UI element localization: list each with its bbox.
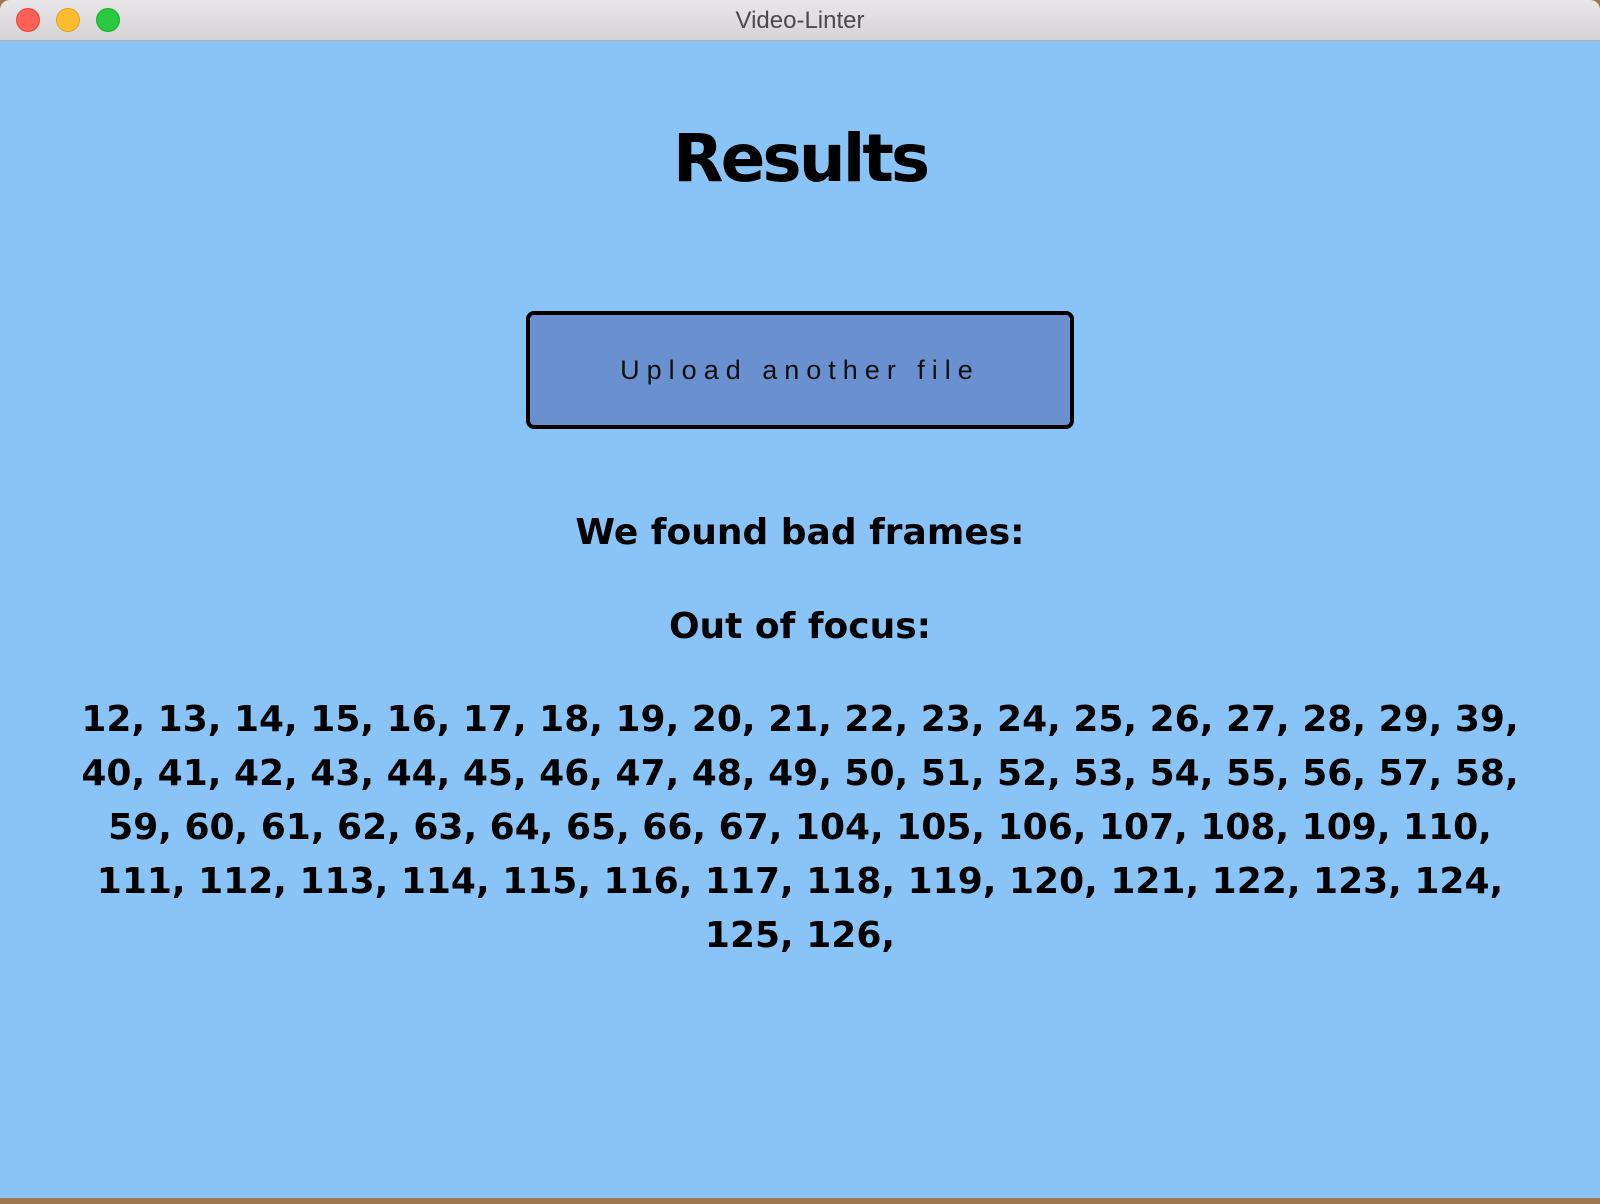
upload-button-label: Upload another file bbox=[620, 354, 980, 385]
results-page: Results Upload another file We found bad… bbox=[0, 41, 1600, 1198]
bad-frames-list: 12, 13, 14, 15, 16, 17, 18, 19, 20, 21, … bbox=[81, 699, 1519, 956]
window-title: Video-Linter bbox=[735, 7, 865, 34]
upload-another-file-button[interactable]: Upload another file bbox=[526, 311, 1074, 429]
out-of-focus-heading: Out of focus: bbox=[668, 606, 932, 647]
bad-frames-heading: We found bad frames: bbox=[575, 512, 1025, 553]
app-window: Video-Linter Results Upload another file… bbox=[0, 0, 1600, 1198]
page-title: Results bbox=[672, 120, 930, 197]
title-bar[interactable]: Video-Linter bbox=[0, 0, 1600, 41]
